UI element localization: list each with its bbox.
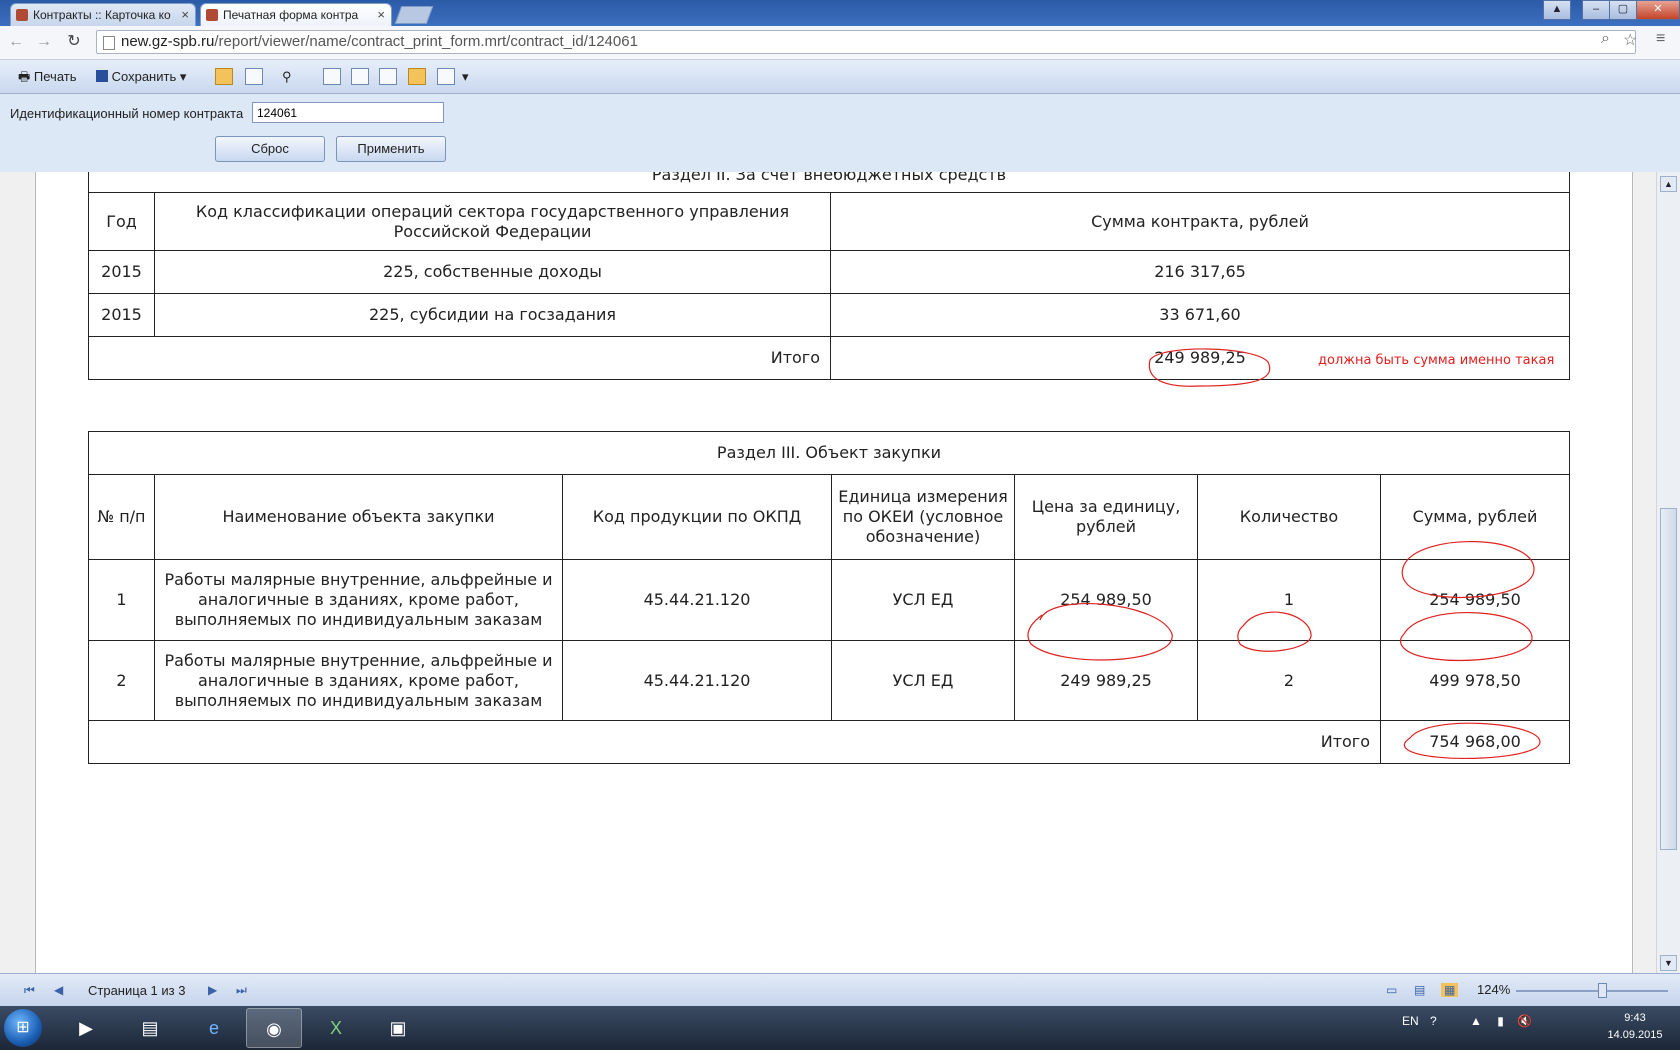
language-indicator[interactable]: EN (1402, 1014, 1419, 1028)
floppy-icon (96, 70, 108, 82)
first-page-icon[interactable]: ⏮ (24, 983, 35, 998)
last-page-icon[interactable]: ⏭ (236, 983, 247, 998)
red-annotation-circles (1027, 348, 1541, 759)
continuous-page-icon[interactable] (351, 68, 369, 85)
parameters-panel: Идентификационный номер контракта Сброс … (0, 94, 1680, 173)
multi-page-view-icon[interactable]: ▦ (1441, 983, 1459, 997)
print-label: Печать (33, 69, 77, 84)
url-input[interactable]: new.gz-spb.ru/report/viewer/name/contrac… (96, 30, 1636, 54)
single-page-view-icon[interactable]: ▭ (1386, 983, 1397, 997)
zoom-slider-track[interactable] (1516, 990, 1668, 992)
circle-section3-total (1403, 722, 1541, 759)
url-path: /report/viewer/name/contract_print_form.… (214, 33, 638, 50)
bookmarks-toggle-icon[interactable] (245, 68, 263, 85)
contract-id-input[interactable] (252, 102, 444, 123)
excel-icon[interactable]: X (308, 1008, 364, 1048)
tab-label: Контракты :: Карточка ко (33, 8, 171, 22)
address-bar-row: ← → ↻ new.gz-spb.ru/report/viewer/name/c… (0, 26, 1680, 60)
show-hidden-icons-icon[interactable]: ▲ (1470, 1014, 1482, 1028)
contract-id-label: Идентификационный номер контракта (10, 106, 244, 121)
zoom-level: 124% (1477, 982, 1511, 997)
scroll-thumb[interactable] (1660, 508, 1677, 850)
internet-explorer-icon[interactable]: e (186, 1008, 242, 1048)
menu-icon[interactable]: ≡ (1656, 30, 1665, 48)
annotation-note: должна быть сумма именно такая (1318, 353, 1555, 368)
export-icon[interactable] (437, 68, 455, 85)
zoom-icon[interactable]: ⌕ (1601, 30, 1610, 48)
report-toolbar: 🖶 Печать Сохранить ▾ ⚲ ▾ (0, 60, 1680, 94)
reload-icon[interactable]: ↻ (64, 32, 84, 52)
remote-desktop-icon[interactable]: ▣ (370, 1008, 426, 1048)
vertical-scrollbar[interactable]: ▲ ▼ (1656, 172, 1680, 973)
scroll-up-arrow-icon[interactable]: ▲ (1660, 176, 1677, 192)
site-favicon-icon (16, 9, 28, 21)
report-viewport: Раздел II. За счет внебюджетных средств … (0, 172, 1680, 973)
close-window-button[interactable]: ✕ (1636, 0, 1680, 20)
volume-muted-icon[interactable]: 🔇 (1517, 1014, 1532, 1028)
start-button[interactable]: ⊞ (4, 1009, 42, 1047)
browser-tab-strip: Контракты :: Карточка ко × Печатная форм… (0, 0, 1680, 26)
circle-row2-qty (1237, 611, 1312, 652)
tab-print-form[interactable]: Печатная форма контра × (200, 3, 392, 26)
single-page-icon[interactable] (323, 68, 341, 85)
chevron-down-icon[interactable]: ▾ (462, 67, 469, 87)
site-favicon-icon (206, 9, 218, 21)
back-arrow-icon[interactable]: ← (6, 32, 26, 52)
system-tray: EN ? ▲ ▮ 🔇 (1402, 1014, 1532, 1028)
tab-contracts-card[interactable]: Контракты :: Карточка ко × (10, 3, 196, 26)
user-icon[interactable]: ▲ (1543, 0, 1571, 20)
windows-taskbar: ⊞ ▶ ▤ e ◉ X ▣ EN ? ▲ ▮ 🔇 9:43 14.09.2015 (0, 1006, 1680, 1050)
find-binoculars-icon[interactable]: ⚲ (282, 67, 292, 87)
previous-page-icon[interactable]: ◀ (54, 983, 63, 997)
view-mode-icon[interactable] (408, 68, 426, 85)
restore-button[interactable]: ▢ (1609, 0, 1637, 20)
circle-row2-sum (1399, 612, 1533, 662)
clock-date: 14.09.2015 (1607, 1029, 1663, 1041)
chevron-down-icon: ▾ (179, 69, 187, 84)
file-explorer-icon[interactable]: ▤ (122, 1008, 178, 1048)
circle-row1-sum (1401, 541, 1535, 599)
forward-arrow-icon[interactable]: → (34, 32, 54, 52)
next-page-icon[interactable]: ▶ (208, 983, 217, 997)
continuous-view-icon[interactable]: ▤ (1414, 983, 1425, 997)
close-tab-icon[interactable]: × (181, 4, 189, 26)
circle-row2-price (1027, 603, 1173, 661)
page-indicator: Страница 1 из 3 (88, 983, 186, 998)
help-icon[interactable]: ? (1430, 1014, 1437, 1028)
save-label: Сохранить (111, 69, 177, 84)
apply-button[interactable]: Применить (336, 136, 446, 162)
reset-button[interactable]: Сброс (215, 136, 325, 162)
clock[interactable]: 9:43 14.09.2015 (1600, 1010, 1670, 1044)
network-icon[interactable]: ▮ (1497, 1014, 1504, 1028)
circle-section2-total (1148, 348, 1271, 387)
zoom-slider-thumb[interactable] (1598, 983, 1607, 998)
minimize-button[interactable]: – (1582, 0, 1610, 20)
printer-icon: 🖶 (18, 69, 31, 84)
tab-label: Печатная форма контра (223, 8, 359, 22)
bookmark-star-icon[interactable]: ☆ (1623, 30, 1637, 50)
media-player-icon[interactable]: ▶ (58, 1008, 114, 1048)
page-icon (103, 36, 115, 50)
report-status-bar: ⏮ ◀ Страница 1 из 3 ▶ ⏭ ▭ ▤ ▦ 124% (0, 973, 1680, 1007)
scroll-down-arrow-icon[interactable]: ▼ (1660, 955, 1677, 971)
parameters-toggle-icon[interactable] (215, 68, 233, 85)
url-host: new.gz-spb.ru (121, 33, 215, 50)
save-button[interactable]: Сохранить ▾ (96, 67, 186, 87)
chrome-icon[interactable]: ◉ (246, 1008, 302, 1048)
multi-page-icon[interactable] (379, 68, 397, 85)
close-tab-icon[interactable]: × (377, 4, 385, 26)
print-button[interactable]: 🖶 Печать (18, 67, 77, 87)
clock-time: 9:43 (1624, 1012, 1646, 1024)
new-tab-button[interactable] (394, 6, 434, 24)
